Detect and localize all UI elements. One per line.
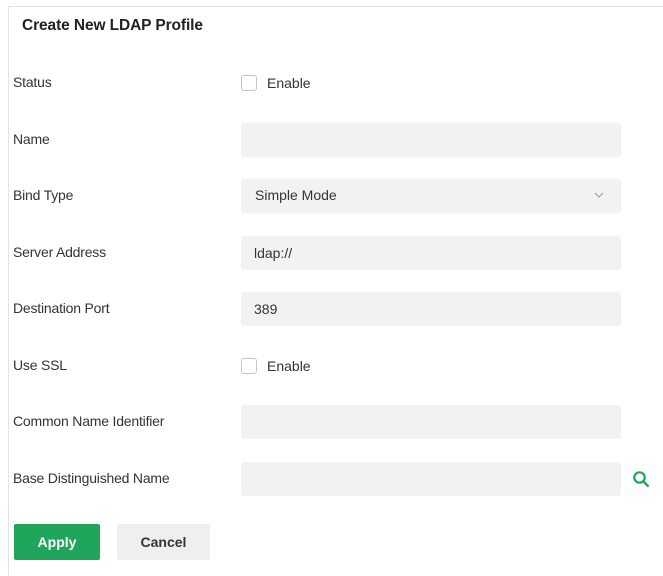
name-input[interactable] [241,123,621,157]
panel-title: Create New LDAP Profile [22,17,203,34]
status-checkbox-label[interactable]: Enable [267,75,311,91]
name-label: Name [13,131,50,147]
status-row: Status Enable [0,66,655,100]
use-ssl-checkbox-label[interactable]: Enable [267,358,311,374]
use-ssl-row: Use SSL Enable [0,349,655,383]
use-ssl-checkbox-box[interactable] [241,358,257,374]
destination-port-label: Destination Port [13,300,110,316]
destination-port-row: Destination Port [0,292,655,326]
common-name-identifier-row: Common Name Identifier [0,405,655,439]
common-name-identifier-label: Common Name Identifier [13,413,165,429]
use-ssl-enable-checkbox[interactable]: Enable [241,349,311,383]
bind-type-label: Bind Type [13,187,74,203]
name-row: Name [0,123,655,157]
apply-button[interactable]: Apply [14,524,100,560]
bind-type-select[interactable]: Simple Mode [241,179,621,213]
destination-port-input[interactable] [241,292,621,326]
server-address-label: Server Address [13,244,106,260]
use-ssl-label: Use SSL [13,357,67,373]
chevron-down-icon [594,192,604,198]
bind-type-row: Bind Type Simple Mode [0,179,655,213]
server-address-input[interactable] [241,236,621,270]
base-dn-input[interactable] [241,462,621,496]
base-dn-label: Base Distinguished Name [13,470,170,486]
common-name-identifier-input[interactable] [241,405,621,439]
server-address-row: Server Address [0,236,655,270]
status-checkbox-box[interactable] [241,75,257,91]
bind-type-value: Simple Mode [255,187,337,203]
base-dn-row: Base Distinguished Name [0,462,655,496]
status-enable-checkbox[interactable]: Enable [241,66,311,100]
search-icon[interactable] [632,470,650,488]
status-label: Status [13,74,52,90]
cancel-button[interactable]: Cancel [117,524,210,560]
